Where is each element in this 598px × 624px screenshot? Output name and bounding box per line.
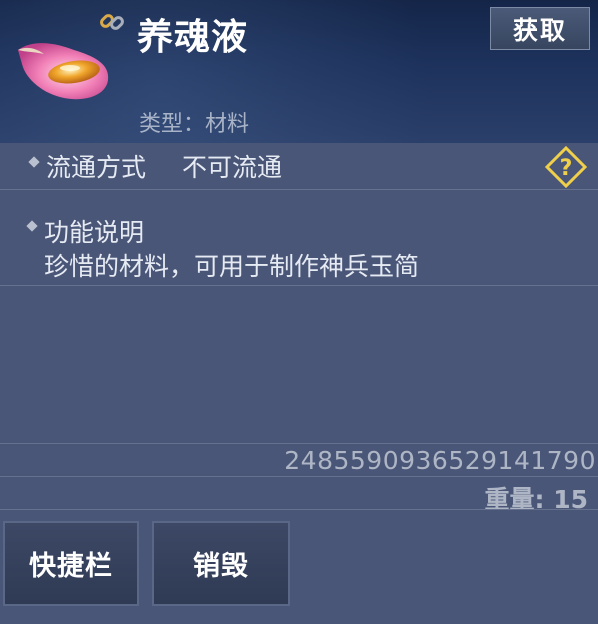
function-title: 功能说明: [44, 218, 145, 247]
circulation-label: 流通方式: [46, 153, 147, 182]
item-icon: [18, 43, 109, 100]
divider: [0, 509, 598, 510]
shortcut-bar-button[interactable]: 快捷栏: [3, 521, 139, 606]
circulation-value: 不可流通: [182, 153, 283, 182]
item-type: 类型：材料: [139, 112, 250, 137]
bullet-diamond-icon: [26, 220, 38, 232]
help-icon[interactable]: ?: [545, 146, 587, 188]
divider: [0, 443, 598, 444]
item-name: 养魂液: [137, 17, 249, 58]
svg-text:?: ?: [560, 156, 573, 181]
bound-chain-icon: [100, 14, 124, 30]
destroy-button[interactable]: 销毁: [152, 521, 290, 606]
obtain-button[interactable]: 获取: [490, 7, 590, 50]
item-id: 2485590936529141790: [284, 446, 596, 475]
item-weight: 重量: 15: [484, 485, 589, 514]
bullet-diamond-icon: [28, 156, 40, 168]
divider: [0, 476, 598, 477]
divider: [0, 189, 598, 190]
function-description: 珍惜的材料，可用于制作神兵玉简: [44, 252, 420, 281]
divider: [0, 285, 598, 286]
item-header: 养魂液 获取 类型：材料: [0, 0, 598, 143]
